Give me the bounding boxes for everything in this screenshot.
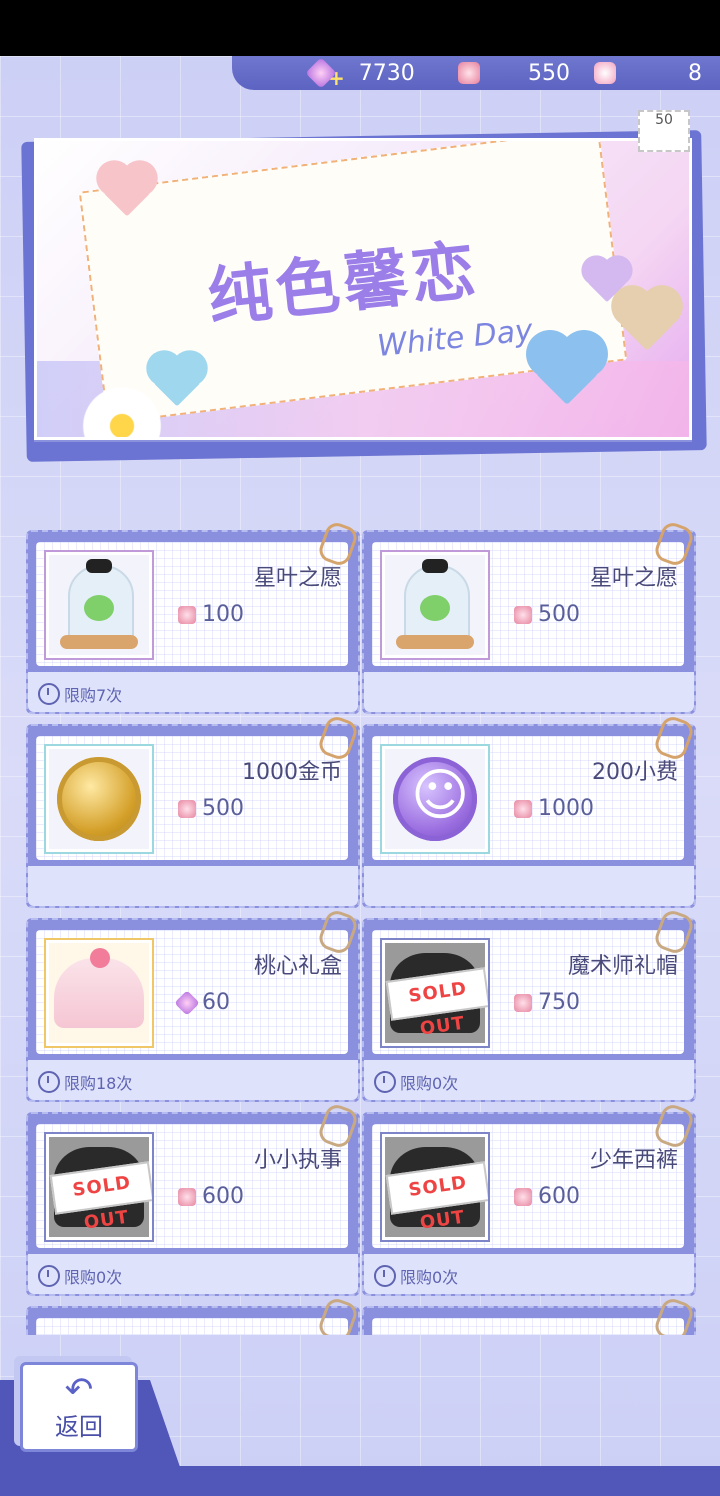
- item-thumbnail: [380, 550, 490, 660]
- item-price: 750: [514, 990, 580, 1015]
- diamond-icon: [174, 989, 200, 1016]
- item-thumbnail: SOLD OUT: [380, 938, 490, 1048]
- item-thumbnail: [44, 938, 154, 1048]
- purchase-limit: 限购0次: [374, 1070, 458, 1094]
- shop-item-card[interactable]: SOLD OUT 小小执事 600 限购0次: [26, 1101, 360, 1296]
- ticket-value: 550: [528, 60, 570, 86]
- item-price: 600: [178, 1184, 244, 1209]
- item-name: 小小执事: [253, 1148, 342, 1173]
- item-thumbnail: [380, 744, 490, 854]
- item-name: 魔术师礼帽: [567, 954, 678, 979]
- gift-icon: [594, 62, 616, 84]
- ticket-icon: [514, 605, 532, 624]
- gift-value: 8: [688, 60, 702, 86]
- ribbon-icon: [652, 1295, 696, 1335]
- gift-currency: 8: [594, 56, 702, 90]
- back-button[interactable]: ↶ 返回: [20, 1362, 138, 1452]
- shop-item-card[interactable]: SOLD OUT 少年西裤 600 限购0次: [362, 1101, 696, 1296]
- clock-icon: [374, 1265, 396, 1287]
- shop-item-card[interactable]: [362, 1295, 696, 1335]
- ticket-currency: 550: [458, 56, 570, 90]
- item-price: 600: [514, 1184, 580, 1209]
- stamp-decoration: 50: [638, 110, 690, 152]
- return-arrow-icon: ↶: [64, 1369, 94, 1410]
- purchase-limit: 限购7次: [38, 682, 122, 706]
- purchase-limit: 限购18次: [38, 1070, 132, 1094]
- purchase-limit: 限购0次: [374, 1264, 458, 1288]
- banner-card: 纯色馨恋 White Day: [34, 138, 692, 440]
- shop-item-grid: 星叶之愿 100 限购7次 星叶之愿 500 1000金币 500 200小费 …: [0, 520, 720, 1335]
- shop-item-card[interactable]: 1000金币 500: [26, 713, 360, 908]
- item-name: 200小费: [592, 760, 678, 785]
- item-name: 星叶之愿: [589, 566, 678, 591]
- shop-item-card[interactable]: 星叶之愿 500: [362, 520, 696, 714]
- item-thumbnail: [44, 744, 154, 854]
- diamond-currency[interactable]: + 7730: [305, 56, 415, 90]
- event-banner: 纯色馨恋 White Day 50: [10, 110, 710, 462]
- ticket-icon: [178, 799, 196, 818]
- ticket-icon: [178, 605, 196, 624]
- shop-item-card[interactable]: 200小费 1000: [362, 713, 696, 908]
- status-bar: [0, 0, 720, 56]
- ticket-icon: [514, 1187, 532, 1206]
- item-price: 1000: [514, 796, 594, 821]
- purchase-limit: 限购0次: [38, 1264, 122, 1288]
- item-price: 60: [174, 989, 230, 1016]
- clock-icon: [374, 1071, 396, 1093]
- shop-item-card[interactable]: 星叶之愿 100 限购7次: [26, 520, 360, 714]
- diamond-value: 7730: [358, 60, 415, 86]
- item-name: 1000金币: [242, 760, 342, 785]
- glass-dome-clover-icon: [56, 557, 142, 653]
- heart-gift-box-icon: [54, 948, 144, 1028]
- currency-bar: + 7730 550 8: [232, 56, 720, 90]
- item-thumbnail: SOLD OUT: [44, 1132, 154, 1242]
- ticket-icon: [514, 799, 532, 818]
- item-price: 100: [178, 602, 244, 627]
- shop-item-card[interactable]: [26, 1295, 360, 1335]
- item-thumbnail: [44, 550, 154, 660]
- ticket-icon: [458, 62, 480, 84]
- shop-item-card[interactable]: SOLD OUT 魔术师礼帽 750 限购0次: [362, 907, 696, 1102]
- gold-coin-icon: [57, 757, 141, 841]
- tip-coin-icon: [393, 757, 477, 841]
- item-name: 桃心礼盒: [253, 954, 342, 979]
- clock-icon: [38, 683, 60, 705]
- heart-decoration-icon: [617, 291, 677, 351]
- item-name: 少年西裤: [589, 1148, 678, 1173]
- clock-icon: [38, 1265, 60, 1287]
- clock-icon: [38, 1071, 60, 1093]
- item-name: 星叶之愿: [253, 566, 342, 591]
- shop-item-card[interactable]: 桃心礼盒 60 限购18次: [26, 907, 360, 1102]
- item-price: 500: [514, 602, 580, 627]
- glass-dome-clover-icon: [392, 557, 478, 653]
- ticket-icon: [514, 993, 532, 1012]
- ribbon-icon: [316, 1295, 360, 1335]
- back-button-label: 返回: [55, 1412, 103, 1441]
- ticket-icon: [178, 1187, 196, 1206]
- item-thumbnail: SOLD OUT: [380, 1132, 490, 1242]
- item-price: 500: [178, 796, 244, 821]
